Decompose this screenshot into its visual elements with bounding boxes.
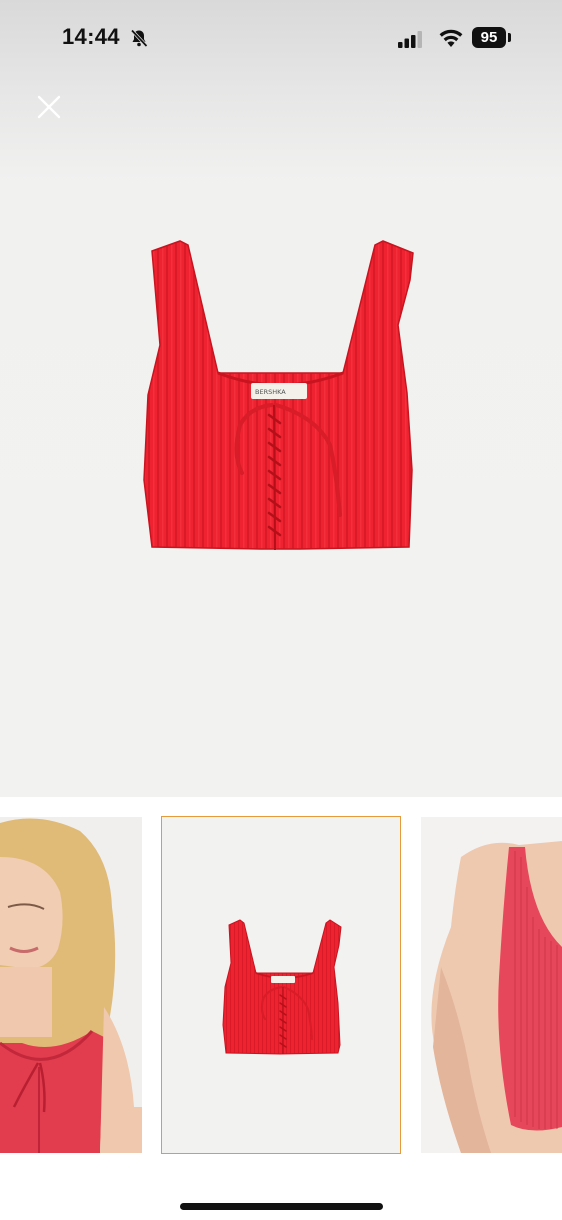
status-bar: 14:44 95 [0, 0, 562, 76]
status-time: 14:44 [62, 24, 120, 49]
thumbnail-model-front[interactable] [0, 817, 142, 1153]
home-indicator[interactable] [180, 1203, 383, 1210]
wifi-icon [439, 29, 463, 47]
battery-tip [508, 33, 511, 42]
model-front-image [0, 817, 142, 1153]
battery-icon: 95 [472, 27, 506, 48]
product-flat-image [162, 817, 400, 1153]
brand-label-text: BERSHKA [255, 388, 286, 396]
thumbnail-product-flat[interactable] [161, 816, 401, 1154]
thumbnail-model-side[interactable] [421, 817, 562, 1153]
model-side-image [421, 817, 562, 1153]
image-viewer: 14:44 95 BERSHKA [0, 0, 562, 797]
bell-slash-icon [130, 29, 148, 48]
cellular-signal-icon [398, 31, 422, 48]
main-product-image[interactable]: BERSHKA [130, 235, 430, 560]
thumbnail-strip [0, 797, 562, 1177]
battery-level: 95 [480, 29, 498, 46]
close-icon[interactable] [34, 92, 64, 122]
